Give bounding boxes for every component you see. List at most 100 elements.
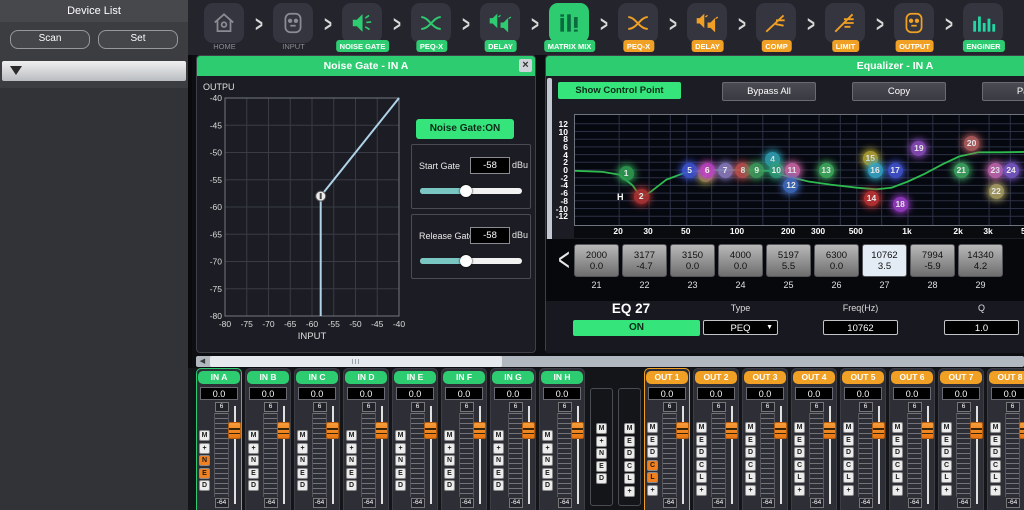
start-gate-slider-thumb[interactable] (460, 185, 472, 197)
channel-button-+[interactable]: + (248, 443, 259, 454)
channel-button-+[interactable]: + (624, 486, 635, 497)
fader-thumb[interactable] (375, 422, 388, 439)
channel-gain-value[interactable]: 0.0 (991, 387, 1024, 400)
eq-response-plot[interactable]: 312456789101112131415161718192021222324H (574, 114, 1024, 226)
q-field[interactable]: 1.0 (944, 320, 1019, 335)
channel-button-L[interactable]: L (696, 472, 707, 483)
start-gate-value[interactable]: -58 (470, 157, 510, 174)
eq-control-point-24[interactable]: 24 (1004, 163, 1019, 178)
channel-gain-value[interactable]: 0.0 (893, 387, 931, 400)
channel-button-C[interactable]: C (624, 461, 635, 472)
eq-control-point-1[interactable]: 1 (619, 166, 634, 181)
fader-track[interactable] (878, 406, 880, 504)
channel-button-M[interactable]: M (624, 423, 635, 434)
channel-button-+[interactable]: + (199, 443, 210, 454)
release-gate-slider-thumb[interactable] (460, 255, 472, 267)
channel-button-N[interactable]: N (346, 455, 357, 466)
fader-track[interactable] (332, 406, 334, 504)
set-button[interactable]: Set (98, 30, 178, 49)
channel-gain-value[interactable]: 0.0 (844, 387, 882, 400)
eq-control-point-11[interactable]: 11 (785, 163, 800, 178)
channel-button-N[interactable]: N (542, 455, 553, 466)
fader-track[interactable] (927, 406, 929, 504)
channel-button-+[interactable]: + (696, 485, 707, 496)
channel-button-E[interactable]: E (596, 461, 607, 472)
channel-button-+[interactable]: + (444, 443, 455, 454)
channel-button-M[interactable]: M (696, 422, 707, 433)
channel-button-N[interactable]: N (444, 455, 455, 466)
channel-button-L[interactable]: L (892, 472, 903, 483)
channel-button-M[interactable]: M (199, 430, 210, 441)
channel-gain-value[interactable]: 0.0 (746, 387, 784, 400)
channel-button-+[interactable]: + (493, 443, 504, 454)
device-dropdown[interactable] (2, 61, 186, 81)
channel-button-N[interactable]: N (248, 455, 259, 466)
channel-gain-value[interactable]: 0.0 (445, 387, 483, 400)
channel-strip-in-b[interactable]: IN B0.0M+NED6-64 (245, 368, 291, 510)
channel-strip-in-h[interactable]: IN H0.0M+NED6-64 (539, 368, 585, 510)
channel-button-N[interactable]: N (297, 455, 308, 466)
channel-button-M[interactable]: M (794, 422, 805, 433)
channel-strip-out-6[interactable]: OUT 60.0MEDCL+6-64 (889, 368, 935, 510)
channel-button-N[interactable]: N (199, 455, 210, 466)
channel-strip-in-d[interactable]: IN D0.0M+NED6-64 (343, 368, 389, 510)
eq-control-point-20[interactable]: 20 (964, 136, 979, 151)
fader-thumb[interactable] (424, 422, 437, 439)
fader-thumb[interactable] (571, 422, 584, 439)
channel-button-L[interactable]: L (990, 472, 1001, 483)
channel-strip-in-g[interactable]: IN G0.0M+NED6-64 (490, 368, 536, 510)
eq-band-on-button[interactable]: ON (573, 320, 700, 336)
toolbar-item-limit[interactable]: LIMIT (819, 0, 872, 55)
fader-thumb[interactable] (277, 422, 290, 439)
fader-thumb[interactable] (872, 422, 885, 439)
channel-button-E[interactable]: E (745, 435, 756, 446)
channel-button-D[interactable]: D (199, 480, 210, 491)
channel-button-D[interactable]: D (696, 447, 707, 458)
channel-button-C[interactable]: C (990, 460, 1001, 471)
channel-strip-in-c[interactable]: IN C0.0M+NED6-64 (294, 368, 340, 510)
channel-button-E[interactable]: E (941, 435, 952, 446)
channel-button-C[interactable]: C (647, 460, 658, 471)
channel-button-E[interactable]: E (248, 468, 259, 479)
eq-control-point-6[interactable]: 6 (700, 163, 715, 178)
eq-control-point-5[interactable]: 5 (682, 163, 697, 178)
toolbar-item-peq-x[interactable]: PEQ-X (405, 0, 458, 55)
channel-gain-value[interactable]: 0.0 (942, 387, 980, 400)
channel-button-M[interactable]: M (941, 422, 952, 433)
toolbar-item-peq-x[interactable]: PEQ-X (612, 0, 665, 55)
fader-track[interactable] (283, 406, 285, 504)
channel-strip-out-4[interactable]: OUT 40.0MEDCL+6-64 (791, 368, 837, 510)
eq-control-point-22[interactable]: 22 (989, 184, 1004, 199)
fader-track[interactable] (577, 406, 579, 504)
fader-thumb[interactable] (228, 422, 241, 439)
channel-button-+[interactable]: + (542, 443, 553, 454)
fader-thumb[interactable] (970, 422, 983, 439)
eq-control-point-8[interactable]: 8 (735, 163, 750, 178)
channel-button-M[interactable]: M (542, 430, 553, 441)
channel-button-L[interactable]: L (647, 472, 658, 483)
fader-thumb[interactable] (676, 422, 689, 439)
channel-strip-out-1[interactable]: OUT 10.0MEDCL+6-64 (644, 368, 690, 510)
fader-track[interactable] (430, 406, 432, 504)
channel-button-C[interactable]: C (843, 460, 854, 471)
channel-button-+[interactable]: + (647, 485, 658, 496)
channel-button-M[interactable]: M (843, 422, 854, 433)
channel-button-D[interactable]: D (346, 480, 357, 491)
channel-strip-in-f[interactable]: IN F0.0M+NED6-64 (441, 368, 487, 510)
channel-button-E[interactable]: E (892, 435, 903, 446)
channel-strip-out-5[interactable]: OUT 50.0MEDCL+6-64 (840, 368, 886, 510)
channel-button-C[interactable]: C (794, 460, 805, 471)
band-scroll-left-icon[interactable]: < (554, 234, 574, 288)
fader-track[interactable] (829, 406, 831, 504)
toolbar-item-comp[interactable]: COMP (750, 0, 803, 55)
channel-button-+[interactable]: + (892, 485, 903, 496)
channel-button-N[interactable]: N (395, 455, 406, 466)
channel-button-M[interactable]: M (596, 423, 607, 434)
channel-button-+[interactable]: + (297, 443, 308, 454)
channel-button-D[interactable]: D (647, 447, 658, 458)
band-cell-22[interactable]: 3177-4.7 (622, 244, 667, 277)
fader-thumb[interactable] (326, 422, 339, 439)
eq-control-point-10[interactable]: 10 (769, 163, 784, 178)
channel-button-L[interactable]: L (941, 472, 952, 483)
channel-button-M[interactable]: M (892, 422, 903, 433)
